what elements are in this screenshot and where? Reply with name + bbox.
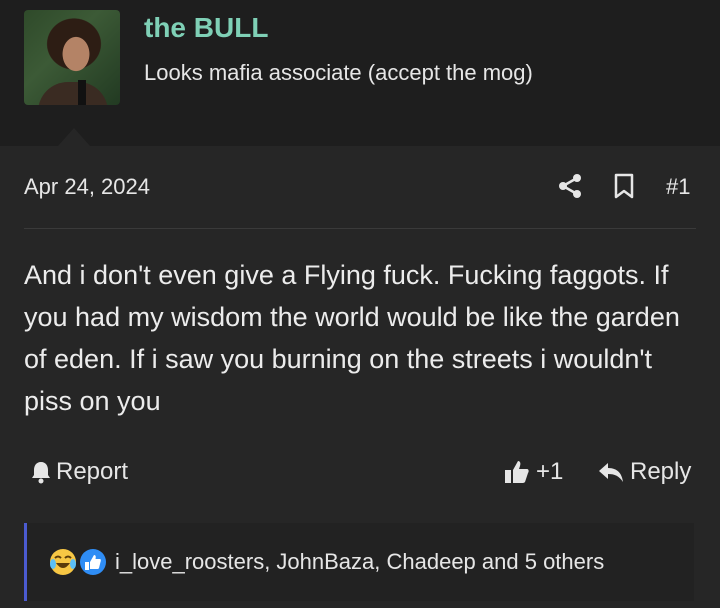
post-author-header: the BULL Looks mafia associate (accept t… (0, 0, 720, 146)
reply-arrow-icon (599, 463, 623, 482)
avatar-figure (38, 82, 108, 105)
post-number-link[interactable]: #1 (666, 174, 690, 200)
message-pointer (58, 128, 90, 146)
bell-icon (32, 462, 50, 484)
reactions-summary[interactable]: i_love_roosters, JohnBaza, Chadeep and 5… (115, 549, 604, 575)
user-avatar[interactable] (24, 10, 120, 105)
post-divider (24, 228, 696, 229)
reaction-icons (50, 549, 106, 575)
post-date-link[interactable]: Apr 24, 2024 (24, 174, 150, 200)
post-container: Apr 24, 2024 #1 And i don't even give a … (0, 146, 720, 608)
reply-button[interactable]: Reply (598, 457, 691, 487)
post-body: And i don't even give a Flying fuck. Fuc… (24, 260, 680, 416)
report-label: Report (56, 458, 129, 485)
thumbs-up-icon (505, 461, 529, 483)
share-icon[interactable] (556, 172, 584, 200)
report-button[interactable]: Report (30, 457, 128, 487)
bookmark-icon[interactable] (612, 172, 636, 200)
reply-label: Reply (630, 458, 692, 485)
thumbs-up-reaction-icon (80, 549, 106, 575)
username-link[interactable]: the BULL (144, 12, 268, 44)
avatar-strap (78, 80, 86, 105)
user-title: Looks mafia associate (accept the mog) (144, 60, 533, 85)
laughing-crying-emoji-icon (50, 549, 76, 575)
like-button[interactable]: +1 (504, 457, 563, 487)
reactions-bar[interactable]: i_love_roosters, JohnBaza, Chadeep and 5… (24, 523, 694, 601)
like-count: +1 (536, 458, 564, 485)
